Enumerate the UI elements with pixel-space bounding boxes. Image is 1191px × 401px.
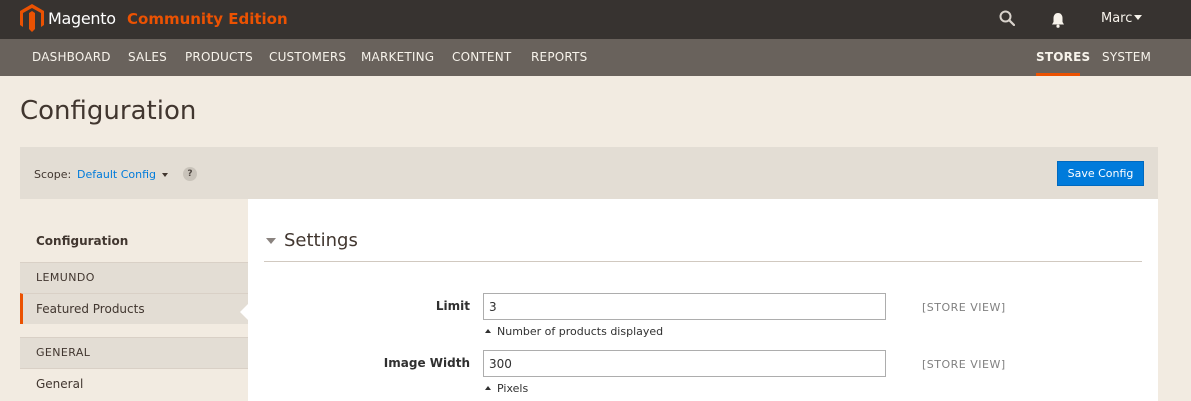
main-nav: DASHBOARD SALES PRODUCTS CUSTOMERS MARKE… (0, 39, 1191, 76)
search-icon[interactable] (999, 10, 1015, 26)
nav-system[interactable]: SYSTEM (1102, 50, 1151, 64)
scope-bar: Scope: Default Config ? Save Config (20, 147, 1158, 199)
help-icon[interactable]: ? (183, 167, 197, 181)
user-menu[interactable]: Marc (1101, 11, 1132, 26)
save-config-button[interactable]: Save Config (1057, 161, 1144, 186)
image-width-label: Image Width (383, 356, 470, 370)
settings-panel: Settings Limit Number of products displa… (248, 199, 1158, 401)
brand-name: Magento (48, 9, 116, 28)
nav-products[interactable]: PRODUCTS (185, 50, 253, 64)
nav-marketing[interactable]: MARKETING (361, 50, 434, 64)
section-divider (264, 261, 1142, 262)
sidebar-item-general[interactable]: General (20, 368, 248, 399)
image-width-note: Pixels (485, 382, 528, 395)
note-caret-icon (485, 329, 491, 333)
nav-content[interactable]: CONTENT (452, 50, 511, 64)
nav-reports[interactable]: REPORTS (531, 50, 587, 64)
nav-stores[interactable]: STORES (1036, 50, 1090, 64)
sidebar-group-lemundo[interactable]: LEMUNDO (20, 262, 248, 293)
config-sidebar: Configuration LEMUNDO Featured Products … (20, 199, 248, 401)
top-bar: Magento Community Edition Marc (0, 0, 1191, 39)
note-caret-icon (485, 386, 491, 390)
sidebar-item-featured-products[interactable]: Featured Products (20, 293, 248, 324)
image-width-scope-tag: [STORE VIEW] (922, 358, 1006, 371)
sidebar-title: Configuration (36, 234, 129, 248)
nav-dashboard[interactable]: DASHBOARD (32, 50, 111, 64)
nav-sales[interactable]: SALES (128, 50, 167, 64)
scope-label: Scope: (34, 168, 72, 181)
sidebar-group-general[interactable]: GENERAL (20, 337, 248, 368)
limit-note: Number of products displayed (485, 325, 663, 338)
active-item-pointer (240, 304, 248, 320)
page-title: Configuration (20, 96, 197, 126)
limit-input[interactable] (483, 293, 886, 320)
magento-logo-icon[interactable] (20, 4, 44, 32)
limit-label: Limit (435, 299, 470, 313)
collapse-triangle-icon[interactable] (266, 238, 276, 244)
section-title[interactable]: Settings (284, 230, 358, 251)
limit-scope-tag: [STORE VIEW] (922, 301, 1006, 314)
chevron-down-icon[interactable] (1134, 15, 1142, 20)
image-width-note-text: Pixels (497, 382, 529, 395)
edition-label: Community Edition (127, 10, 288, 28)
image-width-input[interactable] (483, 350, 886, 377)
scope-switcher[interactable]: Default Config (77, 168, 156, 181)
scope-chevron-down-icon[interactable] (162, 173, 168, 177)
limit-note-text: Number of products displayed (497, 325, 664, 338)
notifications-bell-icon[interactable] (1050, 12, 1066, 28)
active-nav-indicator (1036, 73, 1080, 76)
nav-customers[interactable]: CUSTOMERS (269, 50, 346, 64)
